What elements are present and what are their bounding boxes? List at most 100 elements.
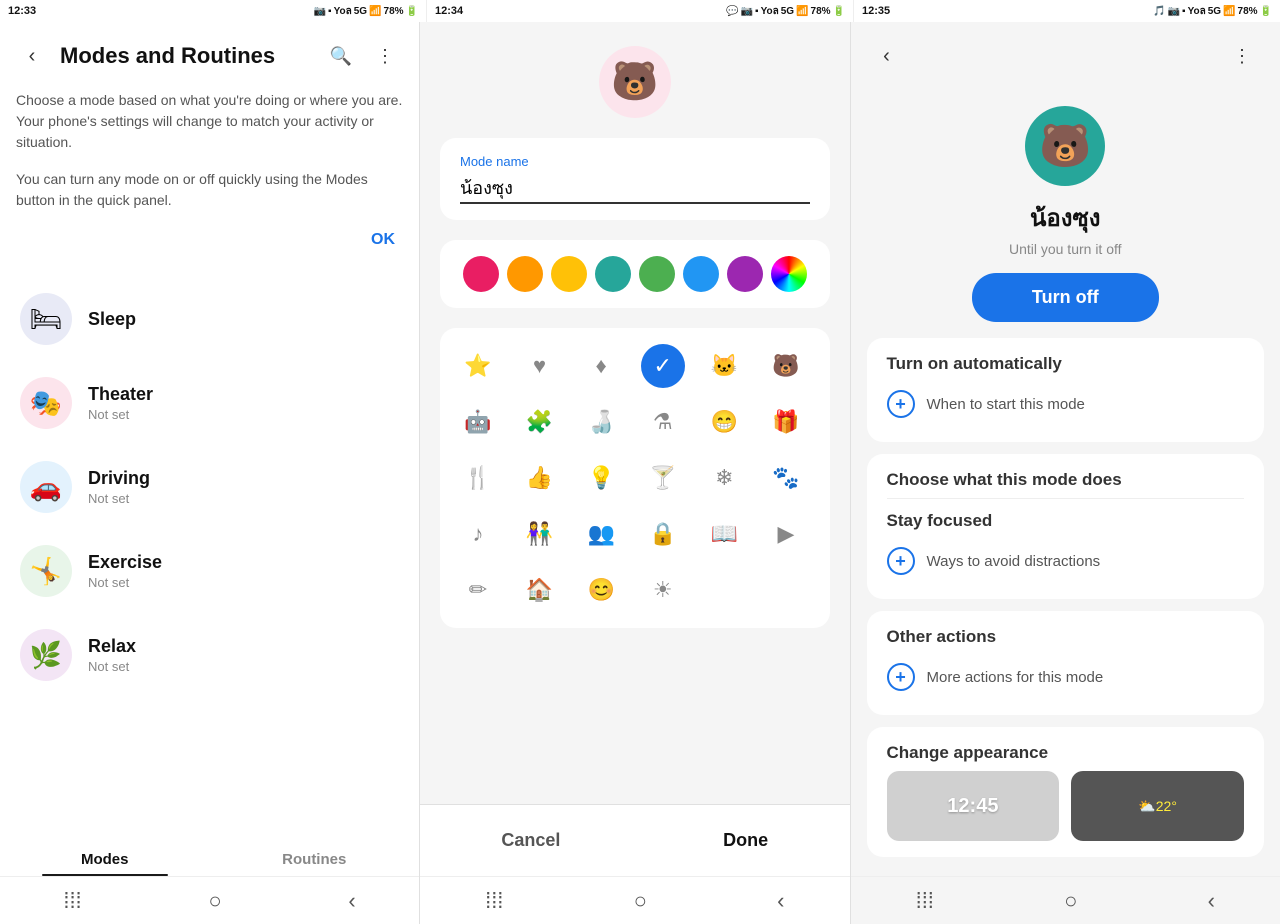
done-button[interactable]: Done [691,818,800,863]
other-actions-title: Other actions [887,627,1245,647]
icon-puzzle[interactable]: 🧩 [518,400,562,444]
turn-on-auto-card: Turn on automatically + When to start th… [867,338,1265,442]
icon-sun[interactable]: ☀ [641,568,685,612]
panel3-back-button[interactable]: ‹ [871,40,903,72]
mode-item-relax[interactable]: 🌿 Relax Not set [0,613,419,697]
turn-off-button[interactable]: Turn off [972,273,1159,322]
color-teal[interactable] [595,256,631,292]
status-icons-1: 📷▪Yoล5G📶78%🔋 [314,4,418,19]
mode-item-sleep[interactable]: 🛏 Sleep [0,277,419,361]
nav-bar-2: ⁞⁞⁞ ○ ‹ [420,876,850,924]
time-2: 12:34 [435,5,463,17]
nav3-home-icon[interactable]: ○ [1064,888,1077,914]
dark-theme-thumb[interactable]: ⛅22° [1071,771,1244,841]
nav-menu-icon[interactable]: ⁞⁞⁞ [63,888,81,914]
mode-item-theater[interactable]: 🎭 Theater Not set [0,361,419,445]
nav2-menu-icon[interactable]: ⁞⁞⁞ [485,888,503,914]
exercise-name: Exercise [88,552,162,573]
desc2: You can turn any mode on or off quickly … [0,169,419,227]
icon-gift[interactable]: 🎁 [764,400,808,444]
color-multicolor[interactable] [771,256,807,292]
nav-bar-1: ⁞⁞⁞ ○ ‹ [0,876,419,924]
icon-diamond[interactable]: ♦ [579,344,623,388]
color-blue[interactable] [683,256,719,292]
icon-lock[interactable]: 🔒 [641,512,685,556]
exercise-sub: Not set [88,575,162,590]
icon-star[interactable]: ⭐ [456,344,500,388]
stay-focused-row[interactable]: + Ways to avoid distractions [887,539,1245,583]
icon-bottle[interactable]: 🍶 [579,400,623,444]
mode-item-driving[interactable]: 🚗 Driving Not set [0,445,419,529]
status-icons-2: 💬📷▪Yoล5G📶78%🔋 [726,4,845,19]
panel3-content: 🐻 น้องซุง Until you turn it off Turn off… [851,82,1280,876]
mode-list: 🛏 Sleep 🎭 Theater Not set 🚗 Driving Not … [0,269,419,843]
icon-thumbup[interactable]: 👍 [518,456,562,500]
tab-modes[interactable]: Modes [0,843,210,876]
nav-back-icon[interactable]: ‹ [348,888,355,914]
appearance-card: Change appearance 12:45 ⛅22° [867,727,1265,857]
color-purple[interactable] [727,256,763,292]
plus-icon-other: + [887,663,915,691]
nav2-home-icon[interactable]: ○ [634,888,647,914]
icon-home[interactable]: 🏠 [518,568,562,612]
appearance-row: 12:45 ⛅22° [887,771,1245,841]
icon-snowflake[interactable]: ❄ [702,456,746,500]
nav3-menu-icon[interactable]: ⁞⁞⁞ [916,888,934,914]
tab-routines[interactable]: Routines [210,843,420,876]
exercise-info: Exercise Not set [88,552,162,590]
mode-edit-icon[interactable]: 🐻 [599,46,671,118]
status-icons-3: 🎵📷▪Yoล5G📶78%🔋 [1153,4,1272,19]
mode-item-exercise[interactable]: 🤸 Exercise Not set [0,529,419,613]
icon-section: ⭐ ♥ ♦ ✓ 🐱 🐻 🤖 🧩 🍶 ⚗ 😁 🎁 🍴 👍 💡 🍸 [440,328,830,628]
other-actions-row[interactable]: + More actions for this mode [887,655,1245,699]
icon-flask[interactable]: ⚗ [641,400,685,444]
driving-icon: 🚗 [20,461,72,513]
nav2-back-icon[interactable]: ‹ [777,888,784,914]
ok-button[interactable]: OK [363,227,403,253]
icon-music[interactable]: ♪ [456,512,500,556]
appearance-title: Change appearance [887,743,1245,763]
icon-smile[interactable]: 😁 [702,400,746,444]
icon-cat[interactable]: 🐱 [702,344,746,388]
icon-cocktail[interactable]: 🍸 [641,456,685,500]
icon-check[interactable]: ✓ [641,344,685,388]
turn-on-auto-title: Turn on automatically [887,354,1245,374]
search-button[interactable]: 🔍 [323,38,359,74]
relax-info: Relax Not set [88,636,136,674]
panel3-more-button[interactable]: ⋮ [1224,38,1260,74]
icon-book[interactable]: 📖 [702,512,746,556]
panel-mode-editor: 🐻 Mode name ⭐ [420,22,851,924]
icon-smiley[interactable]: 😊 [579,568,623,612]
thumb-time: 12:45 [947,795,998,818]
color-orange[interactable] [507,256,543,292]
color-section [440,240,830,308]
icon-group[interactable]: 👥 [579,512,623,556]
color-row [456,256,814,292]
panel1-header: ‹ Modes and Routines 🔍 ⋮ [0,22,419,82]
icon-pencil[interactable]: ✏ [456,568,500,612]
nav-home-icon[interactable]: ○ [208,888,221,914]
icon-fork[interactable]: 🍴 [456,456,500,500]
icon-bulb[interactable]: 💡 [579,456,623,500]
color-pink[interactable] [463,256,499,292]
stay-focused-sub: Ways to avoid distractions [927,553,1101,570]
icon-play[interactable]: ▶ [764,512,808,556]
light-theme-thumb[interactable]: 12:45 [887,771,1060,841]
choose-mode-card: Choose what this mode does Stay focused … [867,454,1265,599]
back-button[interactable]: ‹ [16,40,48,72]
icon-heart[interactable]: ♥ [518,344,562,388]
icon-paws[interactable]: 🐾 [764,456,808,500]
cancel-button[interactable]: Cancel [469,818,592,863]
turn-on-auto-row[interactable]: + When to start this mode [887,382,1245,426]
more-button[interactable]: ⋮ [367,38,403,74]
nav3-back-icon[interactable]: ‹ [1208,888,1215,914]
color-yellow[interactable] [551,256,587,292]
status-bar-1: 12:33 📷▪Yoล5G📶78%🔋 [0,0,426,22]
mode-name-input[interactable] [460,177,810,204]
color-green[interactable] [639,256,675,292]
panel1-bottom: Modes Routines ⁞⁞⁞ ○ ‹ [0,843,419,924]
hero-name: น้องซุง [1030,198,1101,237]
icon-robot[interactable]: 🤖 [456,400,500,444]
icon-bear[interactable]: 🐻 [764,344,808,388]
icon-couple[interactable]: 👫 [518,512,562,556]
